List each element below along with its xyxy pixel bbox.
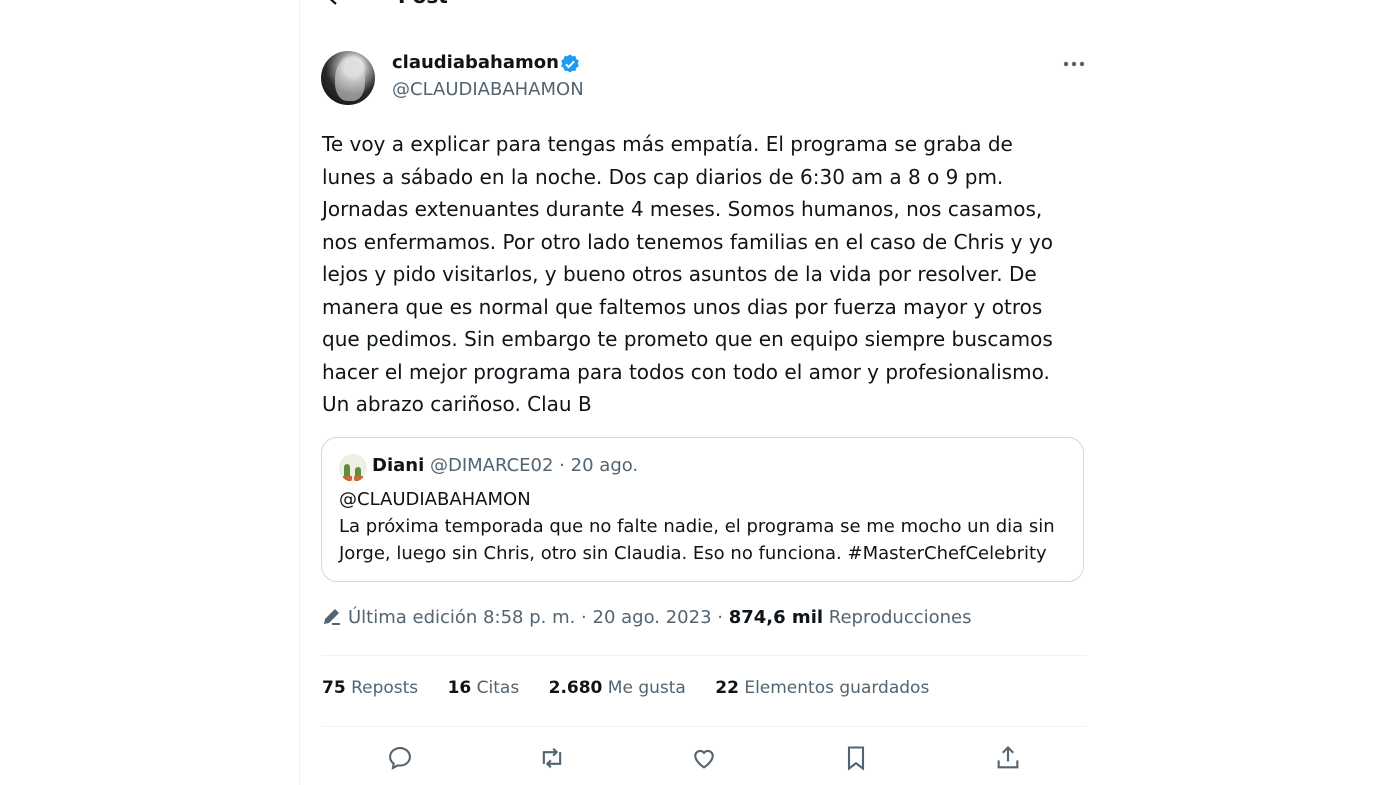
repost-icon[interactable] (536, 742, 568, 774)
meta-separator: · (717, 607, 723, 628)
quote-separator: · (559, 455, 565, 476)
more-icon[interactable] (1060, 52, 1088, 76)
action-bar (384, 742, 1024, 774)
views-count: 874,6 mil (728, 607, 824, 628)
divider (321, 655, 1086, 656)
page-title: Post (398, 0, 448, 8)
quote-avatar (339, 454, 367, 482)
quote-author-handle: @DIMARCE02 (429, 455, 554, 476)
quote-header: Diani @DIMARCE02 · 20 ago. (372, 455, 638, 476)
author-handle[interactable]: @CLAUDIABAHAMON (392, 79, 584, 100)
back-arrow-icon[interactable] (322, 0, 342, 6)
top-bar: Post (300, 0, 1100, 14)
quote-mention: @CLAUDIABAHAMON (339, 489, 531, 510)
author-name[interactable]: claudiabahamon (392, 52, 559, 73)
post-text: Te voy a explicar para tengas más empatí… (322, 132, 1053, 416)
edit-icon[interactable] (322, 606, 342, 626)
quoted-post[interactable]: Diani @DIMARCE02 · 20 ago. @CLAUDIABAHAM… (321, 437, 1084, 582)
post-meta: Última edición 8:58 p. m. · 20 ago. 2023… (322, 606, 972, 628)
quote-date: 20 ago. (570, 455, 639, 476)
column-border-left (299, 0, 300, 785)
reply-icon[interactable] (384, 742, 416, 774)
verified-badge-icon[interactable] (559, 53, 581, 75)
stat-reposts[interactable]: 75 Reposts (322, 678, 418, 698)
quote-body: @CLAUDIABAHAMON La próxima temporada que… (339, 486, 1074, 567)
engagement-stats: 75 Reposts 16 Citas 2.680 Me gusta 22 El… (322, 678, 953, 698)
quote-author-name: Diani (372, 455, 425, 476)
views-label: Reproducciones (828, 607, 972, 628)
edited-timestamp[interactable]: Última edición 8:58 p. m. · 20 ago. 2023 (348, 607, 712, 628)
avatar[interactable] (321, 51, 375, 105)
divider (321, 726, 1086, 727)
quote-text: La próxima temporada que no falte nadie,… (339, 516, 1055, 564)
like-icon[interactable] (688, 742, 720, 774)
share-icon[interactable] (992, 742, 1024, 774)
stat-bookmarks[interactable]: 22 Elementos guardados (715, 678, 929, 698)
bookmark-icon[interactable] (840, 742, 872, 774)
stat-likes[interactable]: 2.680 Me gusta (549, 678, 686, 698)
stat-quotes[interactable]: 16 Citas (448, 678, 520, 698)
